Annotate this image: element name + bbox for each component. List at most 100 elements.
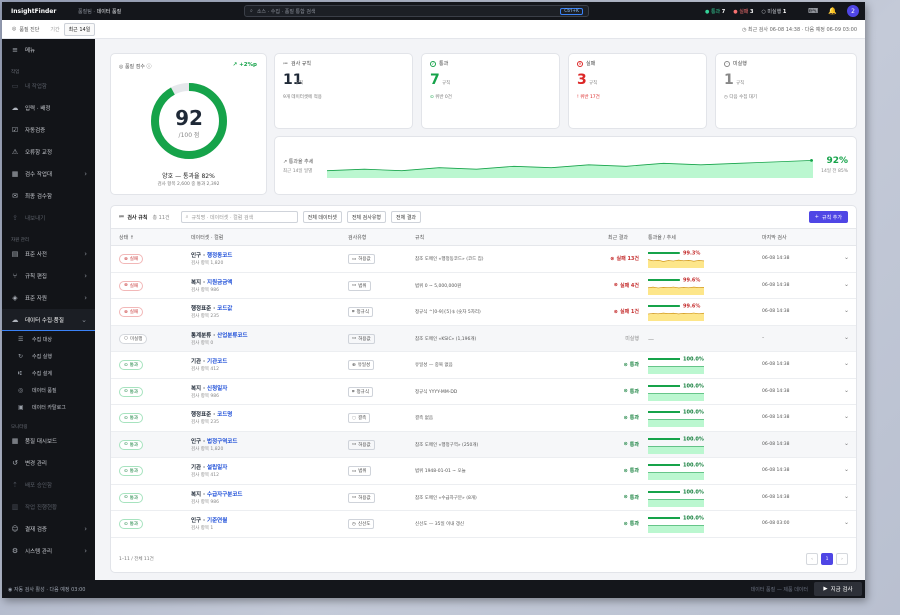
table-row[interactable]: ⊙ 통과 복지 · 신청일자 검사 항목 986 ⌗ 정규식 정규식 YYYY-MM-DD ⊙… <box>111 379 856 405</box>
table-row[interactable]: ○ 미실행 통계분류 · 산업분류코드 검사 항목 0 ▭ 허용값 참조 도메인 «KSIC… <box>111 325 856 352</box>
page-button-current[interactable]: 1 <box>821 553 833 565</box>
chevron-down-icon[interactable]: ⌄ <box>844 334 849 341</box>
sidebar-item-system[interactable]: ⚙ 시스템 관리 › <box>2 540 95 562</box>
filter-type-select[interactable]: 전체 검사유형 <box>346 211 387 223</box>
sidebar-item-progress[interactable]: ▥ 작업 진행현황 <box>2 496 95 518</box>
table-row[interactable]: ⊙ 통과 인구 · 기준연월 검사 항목 1 ◷ 신선도 신선도 — 35일 이내 갱신 ⊙ 통… <box>111 511 856 538</box>
sidebar-item-input[interactable]: ☁ 입력 · 배정 <box>2 97 95 119</box>
sidebar-item-dashboard[interactable]: ▦ 품질 대시보드 <box>2 430 95 452</box>
sidebar-item-changes[interactable]: ↺ 변경 관리 <box>2 452 95 474</box>
app-logo[interactable]: InsightFinder <box>8 8 56 15</box>
global-search[interactable]: ⌕ 소스 · 수집 · 품질 통합 검색 Ctrl+K <box>244 5 589 17</box>
dataset-column[interactable]: 복지 · 지원금금액 <box>191 278 232 286</box>
chevron-down-icon[interactable]: ⌄ <box>844 493 849 500</box>
table-row[interactable]: ⊙ 통과 복지 · 수급자구분코드 검사 항목 986 ▭ 허용값 참조 도메인 «수급자구… <box>111 485 856 511</box>
sidebar-item-export[interactable]: ⇪ 내보내기 <box>2 207 95 229</box>
col-rule[interactable]: 규칙 <box>415 234 424 241</box>
next-page-button[interactable]: › <box>836 553 848 565</box>
result-text[interactable]: ⊙ 통과 <box>624 441 639 448</box>
sidebar-item-fix[interactable]: ⚠ 오류항 교정 <box>2 141 95 163</box>
dataset-column[interactable]: 기관 · 설립일자 <box>191 463 227 471</box>
table-row[interactable]: ⊙ 통과 인구 · 법정구역코드 검사 항목 1,820 ▭ 허용값 참조 도메인 «행정구… <box>111 431 856 458</box>
kpi-pass-card[interactable]: ✓ 통과 7 규칙 ⊙ 위반 0건 <box>421 53 560 129</box>
result-text[interactable]: ⊙ 통과 <box>624 361 639 369</box>
sidebar-item-dictionary[interactable]: ▤ 표준 사전 › <box>2 243 95 265</box>
sidebar-subitem-catalog[interactable]: ▣ 데이터 카탈로그 <box>2 399 95 416</box>
result-text[interactable]: ⊗ 실패 13건 <box>610 255 639 263</box>
chevron-down-icon[interactable]: ⌄ <box>844 440 849 447</box>
run-now-button[interactable]: ▶ 지금 검사 <box>814 582 862 596</box>
dataset-column[interactable]: 행정표준 · 코드값 <box>191 304 232 312</box>
keyboard-icon[interactable]: ⌨ <box>808 7 818 15</box>
chevron-down-icon[interactable]: ⌄ <box>844 254 849 261</box>
prev-page-button[interactable]: ‹ <box>806 553 818 565</box>
col-type[interactable]: 검사유형 <box>348 234 366 241</box>
chevron-down-icon[interactable]: ⌄ <box>844 466 849 473</box>
dataset-column[interactable]: 복지 · 신청일자 <box>191 384 227 392</box>
kpi-fail-card[interactable]: ✕ 실패 3 규칙 ! 위반 17건 <box>568 53 707 129</box>
result-text[interactable]: ⊙ 통과 <box>624 414 639 422</box>
result-text[interactable]: ⊗ 실패 4건 <box>614 282 639 289</box>
add-rule-button[interactable]: + 규칙 추가 <box>808 211 848 223</box>
dataset-column[interactable]: 기관 · 기관코드 <box>191 357 227 365</box>
dataset-column[interactable]: 행정표준 · 코드명 <box>191 410 232 418</box>
col-result[interactable]: 최근 결과 <box>608 234 628 241</box>
sidebar-item-autocheck[interactable]: ☑ 자동검증 <box>2 119 95 141</box>
sidebar-subitem-run[interactable]: ↻ 수집 실행 <box>2 348 95 365</box>
chevron-down-icon[interactable]: ⌄ <box>844 360 849 367</box>
dataset-column[interactable]: 통계분류 · 산업분류코드 <box>191 331 248 339</box>
sidebar-item-final[interactable]: ✉ 최종 검수함 <box>2 185 95 207</box>
sidebar-menu-toggle[interactable]: ≡ 메뉴 <box>2 39 95 61</box>
dataset-column[interactable]: 인구 · 행정동코드 <box>191 251 232 259</box>
sidebar-item-deploy[interactable]: ⇡ 배포 승인함 <box>2 474 95 496</box>
chevron-down-icon[interactable]: ⌄ <box>844 281 849 288</box>
check-type-icon: ▭ <box>352 495 357 500</box>
sidebar-subitem-design[interactable]: ⑆ 수집 설계 <box>2 365 95 382</box>
filter-result-select[interactable]: 전체 결과 <box>391 211 422 223</box>
col-status[interactable]: 상태 ↑ <box>119 234 134 241</box>
result-text[interactable]: ⊙ 통과 <box>624 494 639 501</box>
sidebar-item-collection-quality[interactable]: ☁ 데이터 수집·품질 ⌄ <box>2 309 95 331</box>
chevron-down-icon[interactable]: ⌄ <box>844 307 849 314</box>
diagnose-button[interactable]: ◎ 품질 진단 <box>7 23 44 35</box>
sidebar-item-review[interactable]: ▦ 검수 작업대 › <box>2 163 95 185</box>
sidebar-item-rules[interactable]: ⑂ 규칙 편집 › <box>2 265 95 287</box>
chevron-down-icon[interactable]: ⌄ <box>844 387 849 394</box>
top-stat-fail[interactable]: ● 실패 3 <box>733 8 753 15</box>
sidebar-subitem-targets[interactable]: ☰ 수집 대상 <box>2 331 95 348</box>
chevron-down-icon[interactable]: ⌄ <box>844 413 849 420</box>
top-stat-pass[interactable]: ● 통과 7 <box>705 8 725 15</box>
chevron-down-icon[interactable]: ⌄ <box>844 519 849 526</box>
avatar[interactable]: 2 <box>847 5 859 17</box>
col-last-check[interactable]: 마지막 검사 <box>762 234 787 241</box>
breadcrumb-parent[interactable]: 품질팀 <box>78 9 92 15</box>
sidebar-item-approval[interactable]: ☺ 결재 검증 › <box>2 518 95 540</box>
sidebar-item-standards[interactable]: ◈ 표준 자원 › <box>2 287 95 309</box>
col-dataset[interactable]: 데이터셋 · 컬럼 <box>191 234 223 241</box>
bell-icon[interactable]: 🔔 <box>828 7 837 15</box>
result-text[interactable]: ⊙ 통과 <box>624 388 639 395</box>
table-row[interactable]: ⊗ 실패 행정표준 · 코드값 검사 항목 235 ⌗ 정규식 정규식 ^[0-9]{5}$… <box>111 299 856 326</box>
top-stat-na[interactable]: ○ 미실행 1 <box>761 8 786 15</box>
table-row[interactable]: ⊗ 실패 복지 · 지원금금액 검사 항목 986 ▭ 범위 범위 0 ~ 5,000,00… <box>111 273 856 299</box>
kpi-fail-value: 3 <box>577 72 587 88</box>
dataset-column[interactable]: 복지 · 수급자구분코드 <box>191 490 242 498</box>
dataset-column[interactable]: 인구 · 기준연월 <box>191 516 227 524</box>
kpi-na-card[interactable]: · 미실행 1 규칙 ◷ 다음 수집 대기 <box>715 53 857 129</box>
col-rate[interactable]: 통과율 / 추세 <box>648 234 676 241</box>
table-row[interactable]: ⊙ 통과 행정표준 · 코드명 검사 항목 235 ◌ 결측 결측 없음 ⊙ 통과 100.0% 0… <box>111 405 856 432</box>
dataset-column[interactable]: 인구 · 법정구역코드 <box>191 437 237 445</box>
result-text[interactable]: ⊙ 통과 <box>624 467 639 475</box>
table-search-input[interactable]: ⌕ 규칙명 · 데이터셋 · 컬럼 검색 <box>180 211 298 223</box>
kpi-rules-card[interactable]: ≔ 검사 규칙 11 규칙 9개 데이터셋에 적용 <box>274 53 413 129</box>
table-row[interactable]: ⊗ 실패 인구 · 행정동코드 검사 항목 1,820 ▭ 허용값 참조 도메인 «행정동코… <box>111 246 856 273</box>
table-row[interactable]: ⊙ 통과 기관 · 기관코드 검사 항목 412 ⊕ 유일성 유일성 — 중복 없음 ⊙ 통과 1… <box>111 352 856 379</box>
sidebar-item-inbox[interactable]: ▭ 내 작업함 <box>2 75 95 97</box>
table-row[interactable]: ⊙ 통과 기관 · 설립일자 검사 항목 412 ▭ 범위 범위 1948-01-01 ~ … <box>111 458 856 485</box>
result-text[interactable]: 미실행 <box>625 335 639 342</box>
sidebar-subitem-quality[interactable]: ◎ 데이터 품질 <box>2 382 95 399</box>
filter-dataset-select[interactable]: 전체 데이터셋 <box>302 211 342 223</box>
tab-period-14d[interactable]: 최근 14일 <box>63 22 96 36</box>
result-text[interactable]: ⊙ 통과 <box>624 520 639 528</box>
result-text[interactable]: ⊗ 실패 1건 <box>614 308 639 316</box>
